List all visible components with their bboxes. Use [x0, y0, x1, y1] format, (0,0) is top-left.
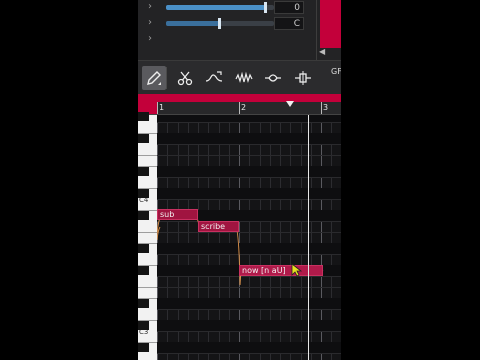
vocal-editor: › 0 › C › ◀ GF 1 2 3 C4 C3 sub scribe no…	[138, 0, 341, 360]
white-key-edge	[138, 287, 157, 288]
mouse-cursor-icon	[291, 263, 303, 277]
note-now[interactable]: now [n aU]	[239, 265, 323, 276]
bar-tick	[239, 102, 240, 114]
param-slider-2[interactable]	[166, 18, 274, 29]
ruler-corner	[138, 94, 157, 114]
scissors-tool[interactable]	[173, 66, 197, 90]
chevron-right-icon[interactable]: ›	[148, 33, 152, 45]
fade-icon	[265, 74, 281, 82]
parameter-panel: › 0 › C › ◀	[138, 0, 341, 60]
tool-bar: GF	[138, 60, 341, 95]
black-key[interactable]	[138, 321, 149, 330]
pitch-curve	[157, 213, 324, 286]
toolbar-divider	[166, 67, 167, 89]
black-key[interactable]	[138, 343, 149, 352]
slider-fill	[166, 5, 266, 10]
chevron-right-icon[interactable]: ›	[148, 17, 152, 29]
split-tool[interactable]	[291, 66, 315, 90]
fade-tool[interactable]	[261, 66, 285, 90]
pitch-curve-icon	[205, 71, 223, 82]
black-key[interactable]	[138, 112, 149, 121]
scissors-icon	[177, 71, 193, 86]
white-key-edge	[138, 232, 157, 233]
param-value-2[interactable]: C	[274, 17, 304, 30]
pencil-tool[interactable]	[142, 66, 166, 90]
piano-keyboard[interactable]: C4 C3	[138, 112, 157, 360]
playhead-line[interactable]	[308, 115, 309, 360]
pitch-curve-tool[interactable]	[202, 66, 226, 90]
note-sub[interactable]: sub	[157, 209, 198, 220]
bar-number: 2	[241, 103, 247, 112]
param-slider-1[interactable]	[166, 2, 274, 13]
scroll-left-arrow-icon[interactable]: ◀	[319, 47, 325, 56]
black-key[interactable]	[138, 299, 149, 308]
pencil-icon	[147, 71, 161, 85]
slider-handle[interactable]	[264, 2, 267, 13]
black-key[interactable]	[138, 189, 149, 198]
bar-number: 3	[323, 103, 329, 112]
bar-number: 1	[159, 103, 165, 112]
black-key[interactable]	[138, 244, 149, 253]
param-value-1[interactable]: 0	[274, 1, 304, 14]
param-row-1: › 0	[138, 1, 321, 15]
bar-tick	[321, 102, 322, 114]
loop-region-bar[interactable]	[157, 94, 341, 102]
slider-fill	[166, 21, 220, 26]
note-scribe[interactable]: scribe	[198, 221, 239, 232]
bar-tick	[157, 102, 158, 114]
slider-handle[interactable]	[218, 18, 221, 29]
vibrato-icon	[235, 71, 253, 84]
param-row-2: › C	[138, 17, 321, 31]
timeline-ruler[interactable]: 1 2 3	[138, 94, 341, 115]
piano-roll-grid[interactable]: sub scribe now [n aU]	[157, 115, 341, 360]
black-key[interactable]	[138, 167, 149, 176]
black-key[interactable]	[138, 211, 149, 220]
toolbar-truncated-label: GF	[331, 67, 341, 76]
vibrato-tool[interactable]	[232, 66, 256, 90]
playhead-marker-icon[interactable]	[286, 101, 294, 107]
panel-divider	[316, 0, 317, 60]
param-row-3: ›	[138, 33, 321, 47]
chevron-right-icon[interactable]: ›	[148, 1, 152, 13]
track-color-strip	[320, 0, 341, 48]
black-key[interactable]	[138, 134, 149, 143]
split-icon	[295, 71, 311, 85]
white-key-edge	[138, 155, 157, 156]
black-key[interactable]	[138, 266, 149, 275]
